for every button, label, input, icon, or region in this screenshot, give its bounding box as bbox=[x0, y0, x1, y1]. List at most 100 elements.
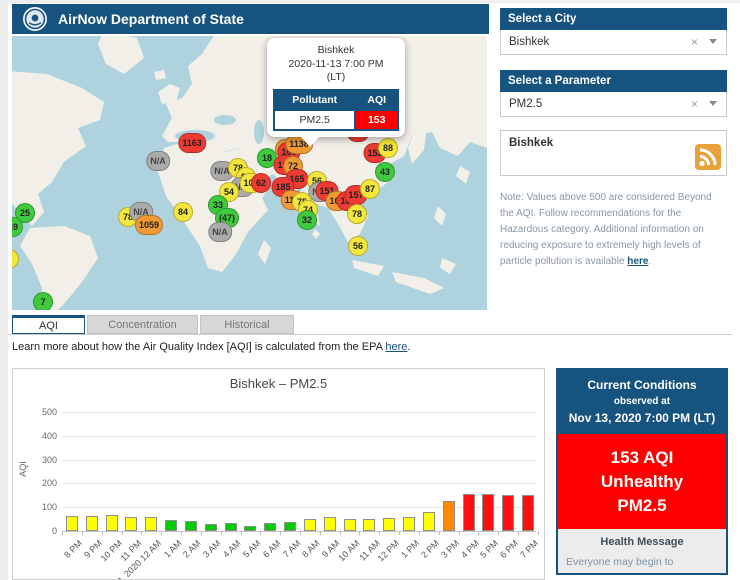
aqi-bar[interactable] bbox=[145, 517, 157, 531]
aqi-bar[interactable] bbox=[304, 519, 316, 531]
chart-panel: Bishkek – PM2.5 AQI 01002003004005008 PM… bbox=[12, 368, 545, 580]
current-conditions-panel: Current Conditions observed at Nov 13, 2… bbox=[556, 368, 728, 575]
chart-x-tick-label: 6 AM bbox=[261, 538, 283, 560]
aqi-bar[interactable] bbox=[284, 522, 296, 531]
popup-col-pollutant: Pollutant bbox=[274, 90, 355, 110]
chart-x-tick-label: 3 PM bbox=[439, 538, 461, 560]
chart-x-tick bbox=[518, 531, 519, 535]
chart-x-tick-label: 4 PM bbox=[459, 538, 481, 560]
aqi-bar[interactable] bbox=[502, 495, 514, 531]
rss-search-value: Bishkek bbox=[509, 137, 553, 149]
param-select-value: PM2.5 bbox=[509, 98, 542, 110]
chart-x-tick-label: 1 PM bbox=[399, 538, 421, 560]
chart-x-tick bbox=[498, 531, 499, 535]
sidebar-note: Note: Values above 500 are considered Be… bbox=[500, 190, 727, 270]
chart-x-tick-label: 5 PM bbox=[478, 538, 500, 560]
health-message-text: Everyone may begin to experience health … bbox=[558, 548, 726, 575]
aqi-marker[interactable]: N/A bbox=[146, 151, 170, 171]
param-select[interactable]: PM2.5 × bbox=[500, 92, 727, 117]
aqi-bar[interactable] bbox=[106, 515, 118, 531]
aqi-marker[interactable]: 88 bbox=[378, 138, 398, 158]
aqi-bar[interactable] bbox=[463, 494, 475, 531]
chart-y-tick-label: 0 bbox=[29, 526, 57, 536]
chart-x-tick-label: 3 AM bbox=[201, 538, 223, 560]
popup-city: Bishkek bbox=[273, 44, 399, 58]
aqi-marker[interactable]: 87 bbox=[360, 179, 380, 199]
aqi-marker[interactable]: 78 bbox=[347, 204, 367, 224]
popup-pollutant-value: PM2.5 bbox=[274, 110, 355, 130]
chart-y-tick-label: 300 bbox=[29, 455, 57, 465]
aqi-bar[interactable] bbox=[205, 524, 217, 531]
aqi-marker[interactable]: 1059 bbox=[135, 215, 163, 235]
city-select-box: Select a City Bishkek × bbox=[500, 8, 727, 55]
chart-gridline bbox=[63, 460, 536, 461]
chart-x-tick bbox=[439, 531, 440, 535]
city-select-header: Select a City bbox=[500, 8, 727, 30]
rss-icon[interactable] bbox=[695, 144, 721, 170]
chart-x-tick-label: 2 PM bbox=[419, 538, 441, 560]
aqi-marker[interactable]: N/A bbox=[208, 222, 232, 242]
learn-more-text: Learn more about how the Air Quality Ind… bbox=[12, 341, 410, 353]
chart-x-tick bbox=[122, 531, 123, 535]
aqi-marker[interactable]: 84 bbox=[173, 202, 193, 222]
chart-x-tick bbox=[241, 531, 242, 535]
chart-x-tick bbox=[260, 531, 261, 535]
chart-x-tick bbox=[478, 531, 479, 535]
aqi-marker[interactable]: 56 bbox=[348, 236, 368, 256]
aqi-bar[interactable] bbox=[244, 526, 256, 531]
aqi-bar[interactable] bbox=[86, 516, 98, 531]
aqi-marker[interactable]: 43 bbox=[375, 162, 395, 182]
aqi-bar[interactable] bbox=[403, 517, 415, 531]
cc-aqi-pollutant: PM2.5 bbox=[560, 494, 724, 518]
aqi-marker[interactable]: 32 bbox=[297, 210, 317, 230]
aqi-bar[interactable] bbox=[383, 518, 395, 531]
cc-datetime: Nov 13, 2020 7:00 PM (LT) bbox=[560, 409, 724, 427]
chart-x-tick bbox=[340, 531, 341, 535]
learn-more-link[interactable]: here bbox=[385, 341, 407, 353]
param-clear-icon[interactable]: × bbox=[691, 97, 698, 111]
param-select-header: Select a Parameter bbox=[500, 70, 727, 92]
city-caret-icon[interactable] bbox=[709, 39, 717, 48]
aqi-bar[interactable] bbox=[125, 517, 137, 531]
tab-concentration[interactable]: Concentration bbox=[87, 315, 198, 334]
chart-y-tick-label: 400 bbox=[29, 431, 57, 441]
chart-x-tick bbox=[538, 531, 539, 535]
popup-aqi-value: 153 bbox=[355, 110, 398, 130]
chart-x-tick bbox=[379, 531, 380, 535]
aqi-marker[interactable]: 1163 bbox=[178, 133, 206, 153]
aqi-marker[interactable]: 7 bbox=[33, 292, 53, 310]
chart-x-tick bbox=[141, 531, 142, 535]
chart-x-tick-label: 8 PM bbox=[62, 538, 84, 560]
chart-gridline bbox=[63, 483, 536, 484]
aqi-bar[interactable] bbox=[324, 517, 336, 531]
aqi-bar[interactable] bbox=[66, 516, 78, 531]
chart-title: Bishkek – PM2.5 bbox=[13, 376, 544, 391]
city-select[interactable]: Bishkek × bbox=[500, 30, 727, 55]
aqi-bar[interactable] bbox=[225, 523, 237, 531]
cc-aqi-category: Unhealthy bbox=[560, 470, 724, 494]
popup-table: Pollutant AQI PM2.5 153 bbox=[273, 89, 399, 131]
aqi-bar[interactable] bbox=[423, 512, 435, 531]
chart-x-tick-label: 7 PM bbox=[518, 538, 540, 560]
chart-x-tick bbox=[221, 531, 222, 535]
aqi-bar[interactable] bbox=[363, 519, 375, 531]
cc-aqi-value: 153 AQI bbox=[560, 446, 724, 470]
param-caret-icon[interactable] bbox=[709, 101, 717, 110]
tab-historical[interactable]: Historical bbox=[200, 315, 294, 334]
dos-seal-logo bbox=[22, 6, 48, 32]
city-clear-icon[interactable]: × bbox=[691, 35, 698, 49]
aqi-bar[interactable] bbox=[482, 494, 494, 531]
map[interactable]: 25497778N/A105984N/A1163N/A7895N/A107625… bbox=[12, 36, 487, 310]
aqi-bar[interactable] bbox=[522, 495, 534, 531]
health-message-title: Health Message bbox=[558, 536, 726, 548]
aqi-bar[interactable] bbox=[264, 523, 276, 531]
map-popup: Bishkek 2020-11-13 7:00 PM (LT) Pollutan… bbox=[267, 38, 405, 137]
aqi-bar[interactable] bbox=[185, 521, 197, 531]
aqi-marker[interactable]: 62 bbox=[251, 173, 271, 193]
note-here-link[interactable]: here bbox=[627, 256, 648, 267]
aqi-bar[interactable] bbox=[443, 501, 455, 531]
tab-aqi[interactable]: AQI bbox=[12, 315, 85, 334]
rss-search-box[interactable]: Bishkek bbox=[500, 130, 727, 176]
aqi-bar[interactable] bbox=[344, 519, 356, 531]
aqi-bar[interactable] bbox=[165, 520, 177, 531]
